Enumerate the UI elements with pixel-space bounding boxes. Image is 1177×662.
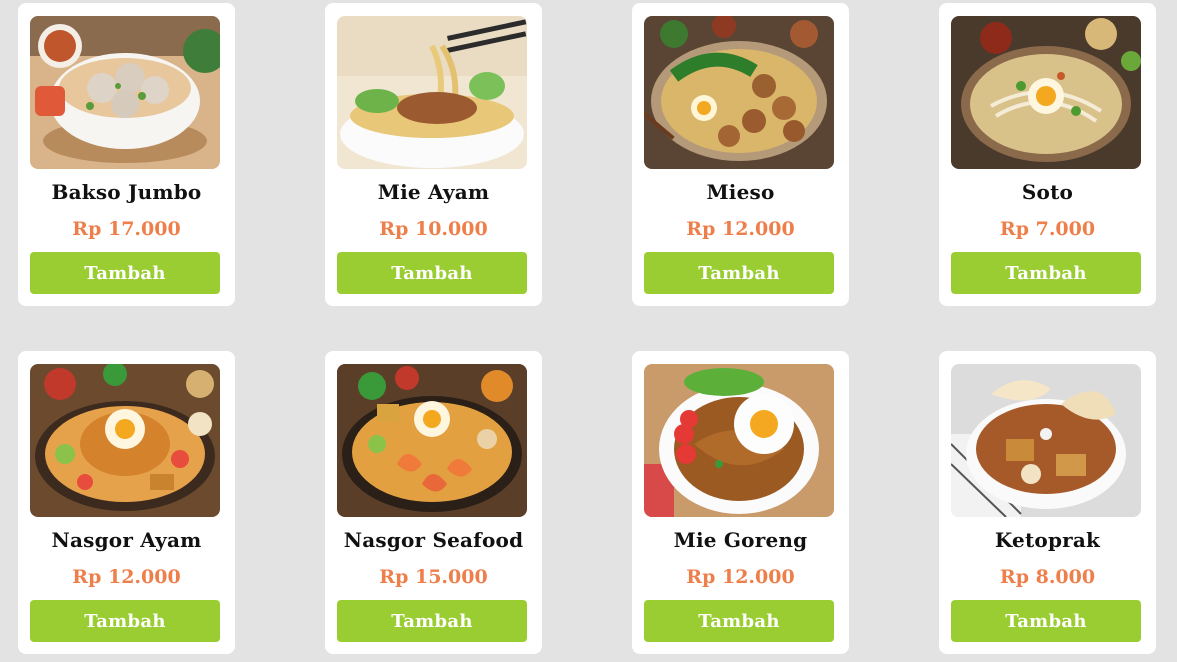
menu-item-name: Mie Goreng (673, 528, 808, 552)
menu-item-name: Ketoprak (994, 528, 1101, 552)
add-to-cart-button[interactable]: Tambah (644, 600, 834, 642)
menu-card-mieso: Mieso Rp 12.000 Tambah (632, 3, 849, 306)
bakso-photo-icon (30, 16, 220, 169)
menu-item-price: Rp 17.000 (72, 218, 181, 240)
menu-card-bakso-jumbo: Bakso Jumbo Rp 17.000 Tambah (18, 3, 235, 306)
menu-item-price: Rp 12.000 (72, 566, 181, 588)
add-to-cart-button[interactable]: Tambah (951, 600, 1141, 642)
menu-item-name: Nasgor Seafood (343, 528, 524, 552)
mieso-photo-icon (644, 16, 834, 169)
nasgor-seafood-photo-icon (337, 364, 527, 517)
menu-item-name: Bakso Jumbo (51, 180, 202, 204)
menu-item-name: Nasgor Ayam (51, 528, 202, 552)
menu-card-ketoprak: Ketoprak Rp 8.000 Tambah (939, 351, 1156, 654)
menu-item-name: Mieso (706, 180, 775, 204)
menu-item-price: Rp 15.000 (379, 566, 488, 588)
mie-ayam-photo-icon (337, 16, 527, 169)
menu-card-soto: Soto Rp 7.000 Tambah (939, 3, 1156, 306)
menu-card-mie-goreng: Mie Goreng Rp 12.000 Tambah (632, 351, 849, 654)
mie-goreng-photo-icon (644, 364, 834, 517)
menu-item-price: Rp 12.000 (686, 218, 795, 240)
menu-card-nasgor-ayam: Nasgor Ayam Rp 12.000 Tambah (18, 351, 235, 654)
add-to-cart-button[interactable]: Tambah (337, 252, 527, 294)
menu-grid: Bakso Jumbo Rp 17.000 Tambah Mie Ayam Rp… (0, 0, 1177, 662)
add-to-cart-button[interactable]: Tambah (30, 600, 220, 642)
menu-card-mie-ayam: Mie Ayam Rp 10.000 Tambah (325, 3, 542, 306)
menu-item-price: Rp 8.000 (999, 566, 1096, 588)
menu-item-price: Rp 12.000 (686, 566, 795, 588)
nasgor-ayam-photo-icon (30, 364, 220, 517)
add-to-cart-button[interactable]: Tambah (644, 252, 834, 294)
menu-item-price: Rp 7.000 (999, 218, 1096, 240)
ketoprak-photo-icon (951, 364, 1141, 517)
soto-photo-icon (951, 16, 1141, 169)
add-to-cart-button[interactable]: Tambah (337, 600, 527, 642)
add-to-cart-button[interactable]: Tambah (30, 252, 220, 294)
menu-item-price: Rp 10.000 (379, 218, 488, 240)
menu-card-nasgor-seafood: Nasgor Seafood Rp 15.000 Tambah (325, 351, 542, 654)
menu-item-name: Soto (1021, 180, 1074, 204)
add-to-cart-button[interactable]: Tambah (951, 252, 1141, 294)
menu-item-name: Mie Ayam (377, 180, 490, 204)
